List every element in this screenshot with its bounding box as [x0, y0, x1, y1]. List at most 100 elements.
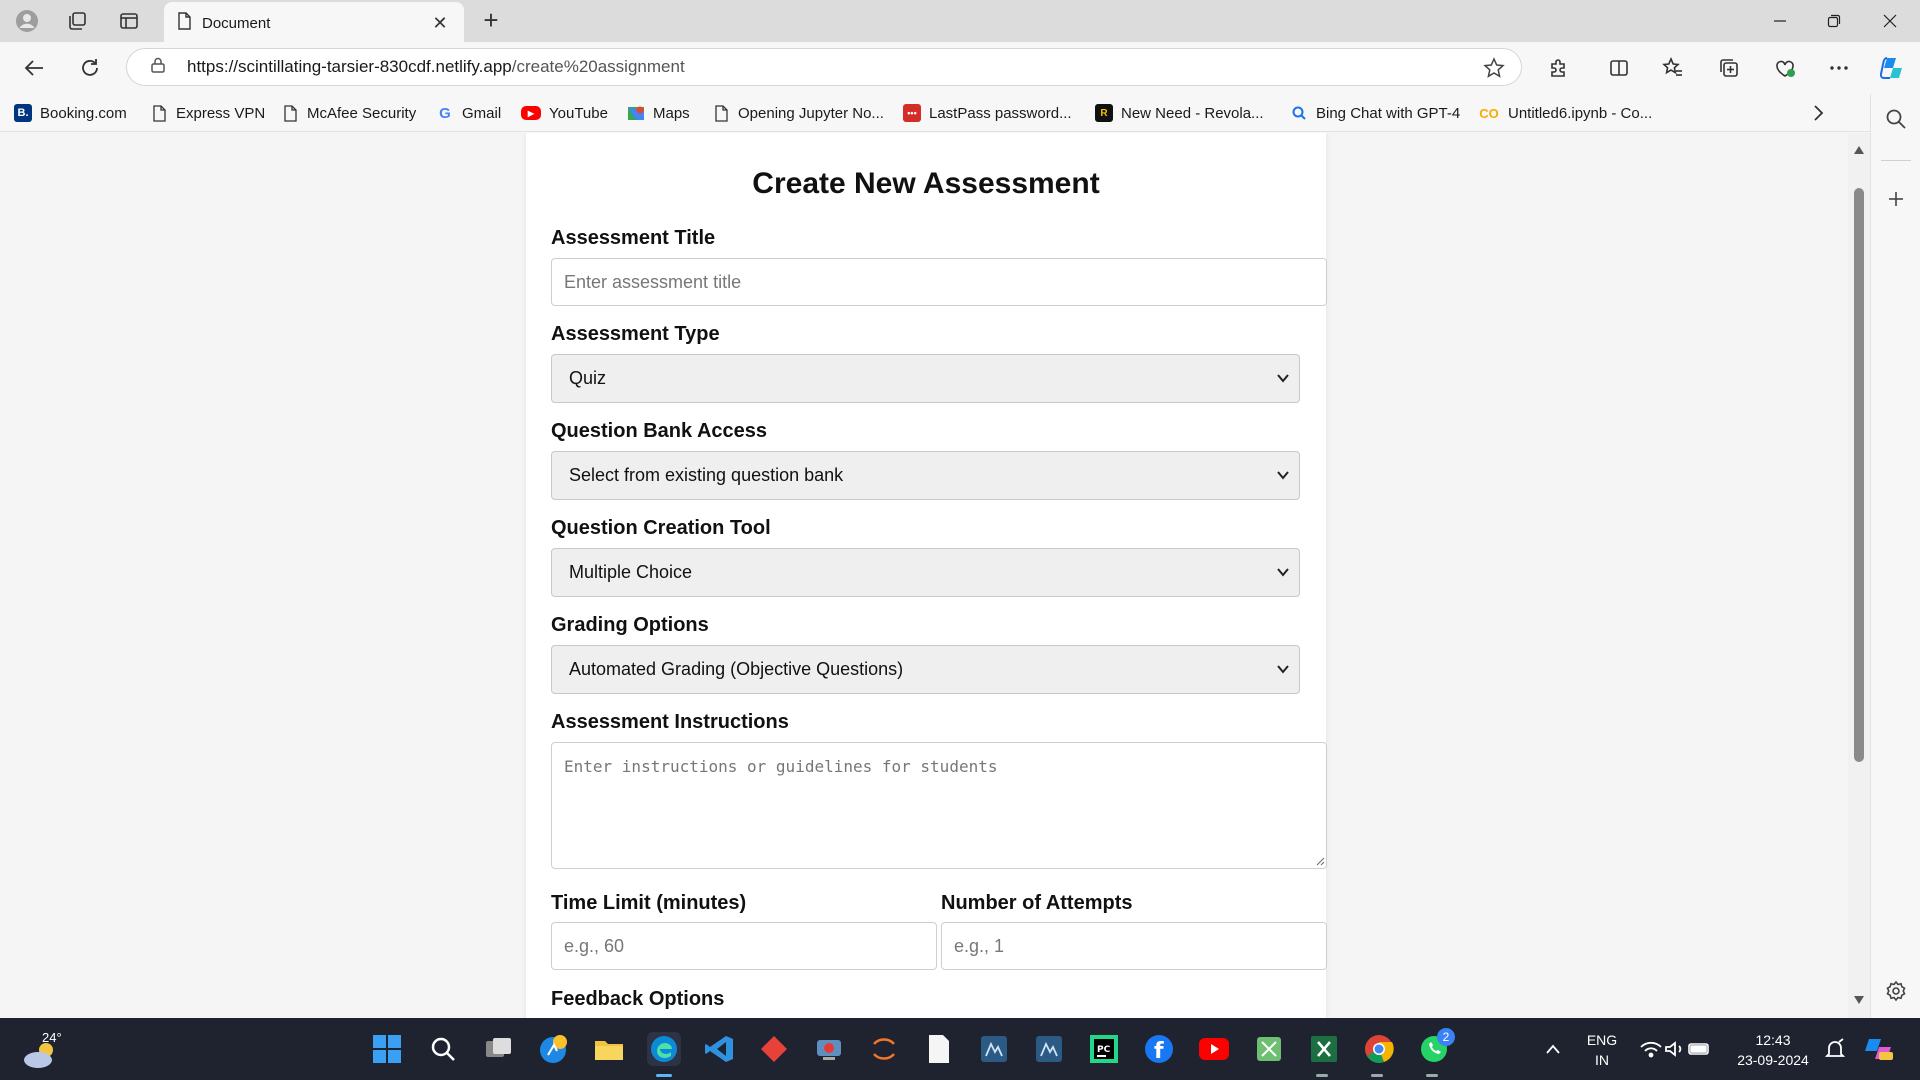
favorite-youtube[interactable]: ▶ YouTube [521, 102, 608, 124]
favorite-label: YouTube [549, 104, 608, 122]
close-window-button[interactable] [1862, 0, 1918, 42]
more-options-icon[interactable] [1823, 52, 1855, 84]
jupyter-icon[interactable] [867, 1032, 901, 1066]
page-icon [150, 104, 168, 122]
grading-options-select[interactable]: Automated Grading (Objective Questions) [551, 645, 1300, 694]
active-app-indicator [656, 1074, 672, 1077]
wifi-icon [1640, 1041, 1662, 1058]
question-bank-select[interactable]: Select from existing question bank [551, 451, 1300, 500]
vscode-icon[interactable] [702, 1032, 736, 1066]
favorite-star-icon[interactable] [1483, 57, 1505, 84]
title-bar: Document ✕ + [0, 0, 1920, 44]
vertical-scrollbar[interactable] [1848, 133, 1870, 1018]
back-icon[interactable] [18, 52, 50, 84]
favorite-gmail[interactable]: G Gmail [436, 102, 501, 124]
facebook-icon[interactable]: f [1142, 1032, 1176, 1066]
scroll-down-icon[interactable] [1853, 995, 1865, 1005]
mysql-workbench-2-icon[interactable] [1032, 1032, 1066, 1066]
running-app-indicator [1316, 1074, 1328, 1077]
input-language[interactable]: ENG IN [1580, 1030, 1624, 1070]
workspaces-icon[interactable] [64, 9, 90, 33]
favorite-jupyter[interactable]: Opening Jupyter No... [712, 102, 884, 124]
task-view-icon[interactable] [482, 1032, 516, 1066]
favorite-mcafee[interactable]: McAfee Security [281, 102, 416, 124]
favorites-overflow-icon[interactable] [1812, 102, 1824, 124]
search-icon[interactable] [1883, 106, 1909, 132]
extensions-icon[interactable] [1543, 52, 1575, 84]
search-icon[interactable] [426, 1032, 460, 1066]
weather-widget[interactable]: 24° [22, 1030, 72, 1070]
favorite-revola[interactable]: R New Need - Revola... [1095, 102, 1264, 124]
address-bar[interactable]: https://scintillating-tarsier-830cdf.net… [126, 48, 1522, 86]
instructions-textarea[interactable] [551, 742, 1327, 869]
edge-browser-icon[interactable] [647, 1032, 681, 1066]
add-sidebar-app-icon[interactable] [1883, 186, 1909, 212]
favorite-label: Maps [653, 104, 690, 122]
page-title: Create New Assessment [752, 167, 1100, 200]
sidebar-settings-icon[interactable] [1883, 978, 1909, 1004]
vertical-tabs-icon[interactable] [116, 9, 142, 33]
screen-recorder-icon[interactable] [812, 1032, 846, 1066]
booking-icon: B. [14, 104, 32, 122]
snipping-tool-icon[interactable] [1252, 1032, 1286, 1066]
favorite-lastpass[interactable]: ••• LastPass password... [903, 102, 1072, 124]
url-path: /create%20assignment [511, 57, 685, 76]
assessment-title-input[interactable] [551, 258, 1327, 306]
navigation-bar: https://scintillating-tarsier-830cdf.net… [0, 42, 1920, 94]
file-explorer-icon[interactable] [592, 1032, 626, 1066]
url-text[interactable]: https://scintillating-tarsier-830cdf.net… [187, 57, 685, 77]
mysql-workbench-icon[interactable] [977, 1032, 1011, 1066]
question-tool-select[interactable]: Multiple Choice [551, 548, 1300, 597]
region-code: IN [1595, 1052, 1609, 1068]
split-screen-icon[interactable] [1603, 52, 1635, 84]
pycharm-icon[interactable]: PC [1087, 1032, 1121, 1066]
browser-essentials-icon[interactable] [1769, 52, 1801, 84]
chrome-icon[interactable] [1362, 1032, 1396, 1066]
collections-icon[interactable] [1713, 52, 1745, 84]
start-icon[interactable] [370, 1032, 404, 1066]
favorite-label: Gmail [462, 104, 502, 122]
grading-options-label: Grading Options [551, 614, 709, 636]
git-app-icon[interactable] [757, 1032, 791, 1066]
favorites-icon[interactable] [1657, 52, 1689, 84]
favorite-label: Booking.com [40, 104, 127, 122]
clock[interactable]: 12:43 23-09-2024 [1728, 1030, 1818, 1070]
assessment-type-select[interactable]: Quiz [551, 354, 1300, 403]
favorite-maps[interactable]: Maps [627, 102, 690, 124]
restore-button[interactable] [1806, 0, 1862, 42]
close-tab-icon[interactable]: ✕ [428, 13, 452, 34]
copilot-preview-icon[interactable] [1862, 1032, 1896, 1066]
maps-icon [627, 104, 645, 122]
bing-search-icon [1290, 104, 1308, 122]
refresh-icon[interactable] [74, 52, 106, 84]
svg-text:f: f [1154, 1039, 1164, 1064]
question-bank-value: Select from existing question bank [569, 465, 844, 485]
new-tab-button[interactable]: + [478, 7, 504, 34]
tab-document[interactable]: Document ✕ [164, 2, 464, 44]
minimize-button[interactable] [1752, 0, 1808, 42]
assessment-title-label: Assessment Title [551, 227, 716, 249]
system-tray-status[interactable] [1632, 1032, 1720, 1066]
youtube-app-icon[interactable] [1197, 1032, 1231, 1066]
notepad-icon[interactable] [922, 1032, 956, 1066]
site-info-icon[interactable] [149, 56, 167, 79]
copilot-icon[interactable] [1877, 52, 1909, 84]
scroll-up-icon[interactable] [1853, 145, 1865, 155]
notifications-icon[interactable] [1818, 1032, 1852, 1066]
profile-icon[interactable] [14, 9, 40, 33]
favorite-label: Express VPN [176, 104, 266, 122]
resize-grip-icon[interactable] [1315, 856, 1325, 866]
excel-icon[interactable] [1307, 1032, 1341, 1066]
favorite-bing-chat[interactable]: Bing Chat with GPT-4 [1290, 102, 1460, 124]
favorite-express-vpn[interactable]: Express VPN [150, 102, 265, 124]
favorite-booking[interactable]: B. Booking.com [14, 102, 127, 124]
scrollbar-thumb[interactable] [1854, 188, 1864, 762]
chevron-down-icon [1277, 665, 1289, 674]
copilot-app-icon[interactable] [537, 1032, 571, 1066]
running-app-indicator [1426, 1074, 1438, 1077]
time-limit-input[interactable] [551, 922, 937, 970]
attempts-input[interactable] [941, 922, 1327, 970]
favorite-label: McAfee Security [307, 104, 417, 122]
favorite-colab[interactable]: CO Untitled6.ipynb - Co... [1478, 102, 1652, 124]
show-hidden-icons[interactable] [1536, 1032, 1570, 1066]
